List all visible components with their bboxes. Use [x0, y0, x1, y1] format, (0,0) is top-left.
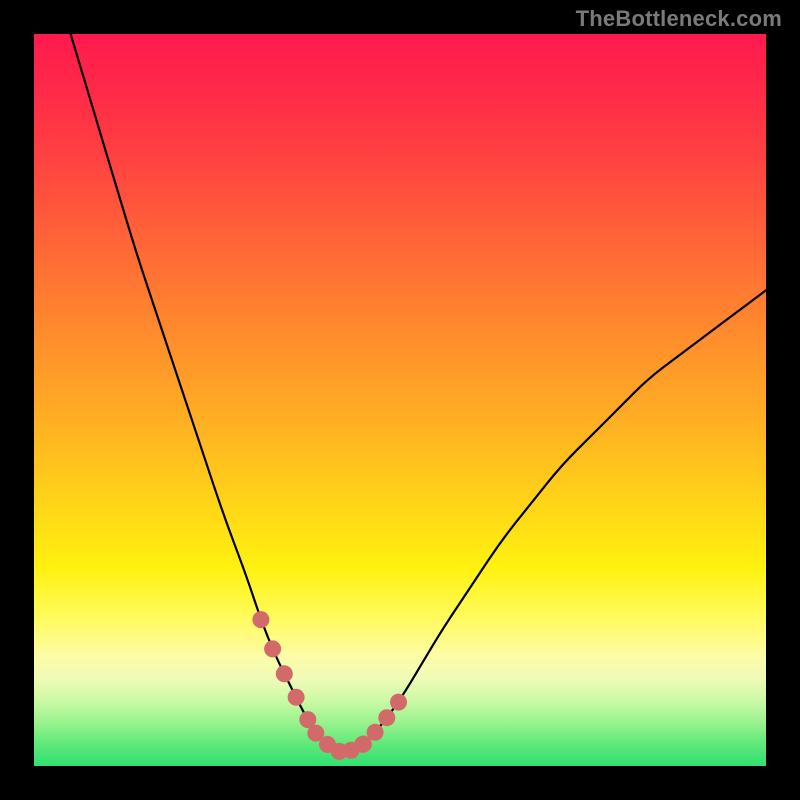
highlight-dots	[252, 611, 407, 760]
curve-line	[71, 34, 766, 751]
highlight-dot	[288, 689, 305, 706]
plot-area	[34, 34, 766, 766]
highlight-dot	[276, 665, 293, 682]
highlight-dot	[264, 640, 281, 657]
chart-frame: TheBottleneck.com	[0, 0, 800, 800]
highlight-dot	[367, 724, 384, 741]
highlight-dot	[252, 611, 269, 628]
highlight-dot	[378, 709, 395, 726]
watermark-text: TheBottleneck.com	[576, 6, 782, 32]
highlight-dot	[390, 694, 407, 711]
bottleneck-curve	[34, 34, 766, 766]
